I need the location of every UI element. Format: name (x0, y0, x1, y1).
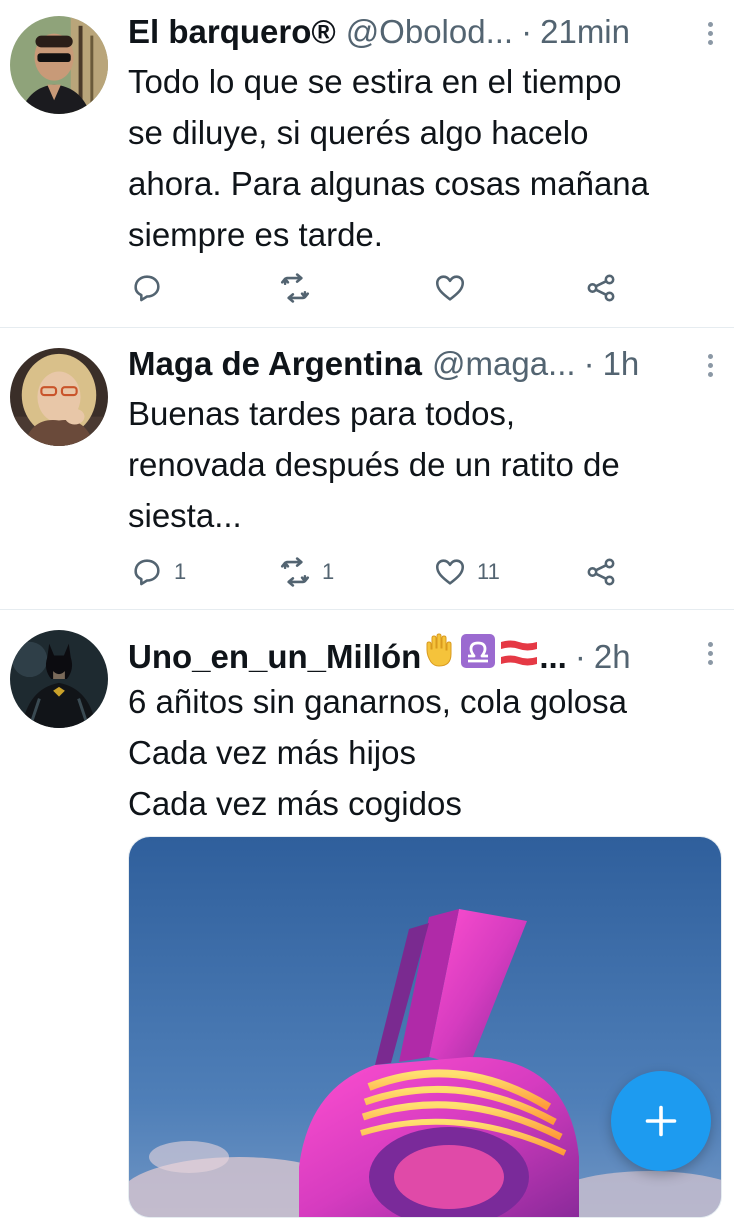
timestamp[interactable]: 2h (594, 637, 631, 677)
avatar[interactable] (10, 348, 108, 446)
retweet-button[interactable]: 1 (278, 552, 334, 592)
austria-flag-emoji-icon (501, 640, 538, 666)
heart-icon (435, 275, 465, 301)
reply-count: 1 (174, 559, 187, 584)
tweet-text: Todo lo que se estira en el tiempo se di… (128, 56, 714, 260)
tweet-text-line: se diluye, si querés algo hacelo (128, 114, 589, 151)
compose-tweet-button[interactable] (611, 1071, 711, 1171)
tweet-text-line: ahora. Para algunas cosas mañana (128, 165, 650, 202)
avatar[interactable] (10, 630, 108, 728)
libra-emoji-icon (461, 634, 496, 668)
author-name[interactable]: Uno_en_un_Millón (128, 637, 421, 677)
tweet-text-line: Buenas tardes para todos, (128, 395, 516, 432)
reply-icon (134, 275, 160, 302)
tweet-text-line: Todo lo que se estira en el tiempo (128, 63, 622, 100)
tweet-actions: 1 1 11 (128, 552, 628, 592)
separator: · (574, 638, 586, 675)
more-options-icon[interactable] (708, 22, 716, 46)
tweet[interactable]: El barquero® @Obolod... · 21min Todo lo … (0, 0, 734, 328)
retweet-button[interactable] (278, 268, 312, 308)
separator: · (583, 345, 595, 382)
tweet-text-line: Cada vez más hijos (128, 734, 416, 771)
share-button[interactable] (584, 268, 618, 308)
timestamp[interactable]: 21min (540, 12, 630, 52)
author-name[interactable]: Maga de Argentina (128, 344, 422, 384)
retweet-count: 1 (322, 559, 335, 584)
reply-button[interactable]: 1 (130, 552, 186, 592)
timeline: El barquero® @Obolod... · 21min Todo lo … (0, 0, 734, 1218)
share-icon (587, 558, 615, 586)
tweet-header: El barquero® @Obolod... · 21min (128, 12, 704, 52)
share-button[interactable] (584, 552, 618, 592)
author-name-suffix: ... (539, 638, 567, 675)
raised-hand-emoji-icon (426, 633, 452, 667)
tweet-header: Maga de Argentina @maga... · 1h (128, 344, 704, 384)
more-options-icon[interactable] (708, 642, 716, 666)
share-icon (587, 274, 615, 302)
avatar-dark-knight-icon (10, 630, 108, 728)
like-button[interactable] (433, 268, 467, 308)
avatar-man-sunglasses-icon (10, 16, 108, 114)
tweet-text-line: Cada vez más cogidos (128, 785, 462, 822)
tweet-text-line: siempre es tarde. (128, 216, 383, 253)
more-options-icon[interactable] (708, 354, 716, 378)
tweet[interactable]: Maga de Argentina @maga... · 1h Buenas t… (0, 328, 734, 610)
reply-button[interactable] (130, 268, 164, 308)
tweet-text-line: renovada después de un ratito de (128, 446, 620, 483)
tweet-text: 6 añitos sin ganarnos, cola golosa Cada … (128, 676, 714, 829)
plus-icon (645, 1105, 677, 1137)
author-handle[interactable]: @Obolod... (346, 12, 513, 52)
heart-icon (435, 559, 465, 585)
retweet-icon (280, 557, 310, 587)
tweet-actions (128, 268, 628, 308)
timestamp[interactable]: 1h (603, 344, 640, 384)
author-handle[interactable]: @maga... (432, 344, 576, 384)
avatar-woman-blonde-icon (10, 348, 108, 446)
tweet-header: Uno_en_un_Millón ... · 2h (128, 632, 704, 675)
separator: · (521, 13, 533, 50)
reply-icon (134, 559, 160, 586)
retweet-icon (280, 273, 310, 303)
avatar[interactable] (10, 16, 108, 114)
like-count: 11 (477, 559, 500, 584)
author-name[interactable]: El barquero® (128, 12, 336, 52)
tweet-text-line: 6 añitos sin ganarnos, cola golosa (128, 683, 627, 720)
like-button[interactable]: 11 (433, 552, 500, 592)
tweet-text-line: siesta... (128, 497, 242, 534)
tweet-text: Buenas tardes para todos, renovada despu… (128, 388, 714, 541)
